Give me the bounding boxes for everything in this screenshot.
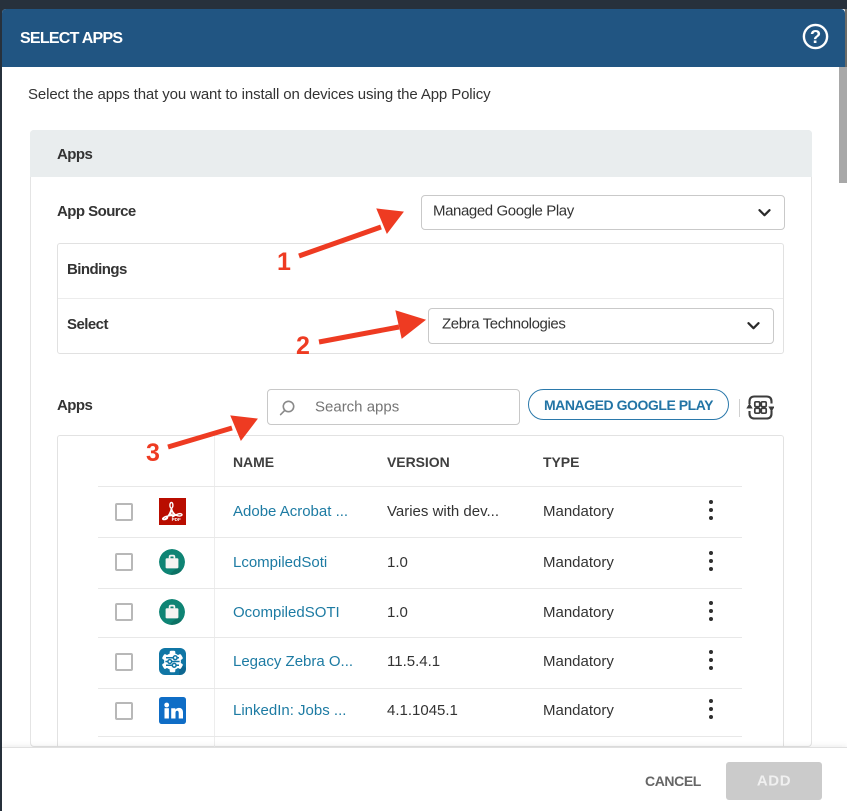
- svg-text:2: 2: [296, 332, 310, 360]
- svg-text:3: 3: [146, 439, 160, 467]
- svg-text:1: 1: [277, 248, 291, 276]
